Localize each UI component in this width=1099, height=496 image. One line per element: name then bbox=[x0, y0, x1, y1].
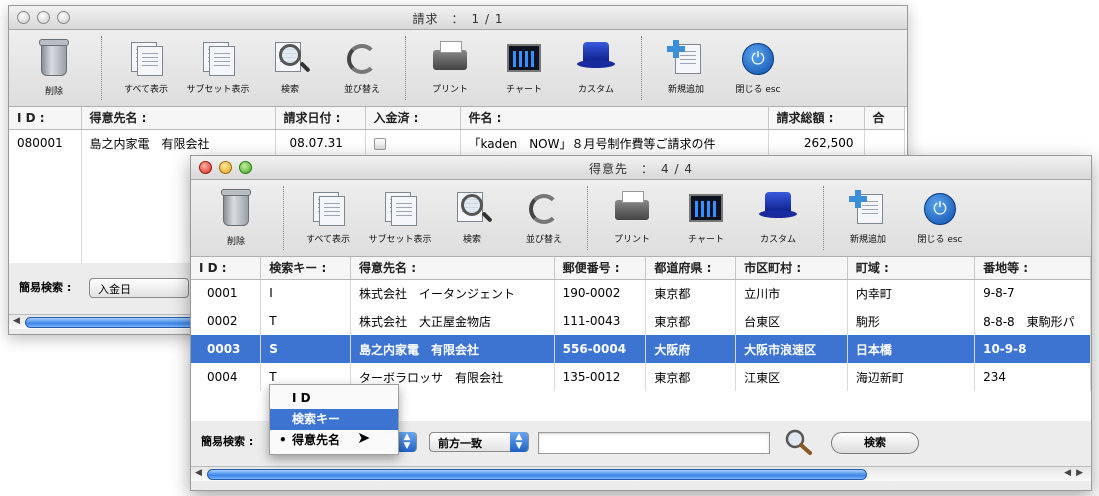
subset-button[interactable]: サブセット表示 bbox=[363, 190, 437, 245]
chart-icon bbox=[505, 40, 543, 78]
search-field-select[interactable]: 入金日 bbox=[89, 278, 189, 298]
table-row[interactable]: 0003 S 島之内家電 有限会社 556-0004 大阪府 大阪市浪速区 日本橋 10-9-… bbox=[191, 335, 1091, 363]
table-header: I D : 検索キー : 得意先名 : 郵便番号 : 都道府県 : 市区町村 :… bbox=[191, 257, 1091, 280]
table-row[interactable]: 0001 I 株式会社 イータンジェント 190-0002 東京都 立川市 内幸町 9-8-7 bbox=[191, 279, 1091, 307]
delete-button[interactable]: 削除 bbox=[17, 39, 91, 97]
menu-item-search-key[interactable]: 検索キー bbox=[270, 409, 398, 430]
search-input[interactable] bbox=[538, 432, 770, 454]
popup-arrows-icon: ▲ ▼ bbox=[510, 432, 528, 452]
documents-icon bbox=[127, 40, 165, 78]
title-bar[interactable]: 請求 ： 1 / 1 bbox=[9, 6, 907, 30]
close-button[interactable]: 閉じる esc bbox=[903, 190, 977, 245]
show-all-button[interactable]: すべて表示 bbox=[109, 40, 183, 95]
printer-icon bbox=[431, 40, 469, 78]
print-button[interactable]: プリント bbox=[595, 190, 669, 245]
scroll-thumb[interactable] bbox=[207, 469, 867, 480]
add-document-icon bbox=[849, 190, 887, 228]
documents-icon bbox=[199, 40, 237, 78]
power-icon bbox=[921, 190, 959, 228]
checkmark-dot-icon: • bbox=[279, 433, 287, 447]
custom-button[interactable]: カスタム bbox=[559, 40, 633, 95]
add-new-button[interactable]: 新規追加 bbox=[649, 40, 723, 95]
sort-arrows-icon bbox=[343, 40, 381, 78]
printer-icon bbox=[613, 190, 651, 228]
match-mode-select[interactable]: 前方一致 ▲ ▼ bbox=[429, 432, 529, 452]
mouse-cursor-icon: ➤ bbox=[357, 428, 371, 447]
window-title: 請求 ： 1 / 1 bbox=[412, 12, 504, 26]
sort-arrows-icon bbox=[525, 190, 563, 228]
power-icon bbox=[739, 40, 777, 78]
title-bar[interactable]: 得意先 ： 4 / 4 bbox=[191, 156, 1091, 180]
sort-button[interactable]: 並び替え bbox=[325, 40, 399, 95]
toolbar: 削除 すべて表示 サブセット表示 検索 並び替え プリント チャート カスタム … bbox=[9, 30, 907, 107]
search-field-menu: I D 検索キー • 得意先名 bbox=[269, 384, 399, 455]
show-all-button[interactable]: すべて表示 bbox=[291, 190, 365, 245]
chart-button[interactable]: チャート bbox=[669, 190, 743, 245]
chart-icon bbox=[687, 190, 725, 228]
table-row[interactable]: 080001 島之内家電 有限会社 08.07.31 「kaden NOW」８月… bbox=[9, 129, 905, 157]
magic-hat-icon bbox=[759, 190, 797, 228]
search-magnifier-icon[interactable] bbox=[783, 428, 813, 456]
custom-button[interactable]: カスタム bbox=[741, 190, 815, 245]
documents-icon bbox=[309, 190, 347, 228]
table-row[interactable]: 0002 T 株式会社 大正屋金物店 111-0043 東京都 台東区 駒形 8-8-8 東駒… bbox=[191, 307, 1091, 335]
subset-button[interactable]: サブセット表示 bbox=[181, 40, 255, 95]
close-button[interactable]: 閉じる esc bbox=[721, 40, 795, 95]
magnifier-icon bbox=[271, 40, 309, 78]
chart-button[interactable]: チャート bbox=[487, 40, 561, 95]
print-button[interactable]: プリント bbox=[413, 40, 487, 95]
trash-icon bbox=[221, 189, 251, 226]
documents-icon bbox=[381, 190, 419, 228]
popup-arrows-icon: ▲ ▼ bbox=[398, 432, 416, 452]
find-button[interactable]: 検索 bbox=[253, 40, 327, 95]
add-document-icon bbox=[667, 40, 705, 78]
delete-button[interactable]: 削除 bbox=[199, 189, 273, 247]
trash-icon bbox=[39, 39, 69, 76]
search-button[interactable]: 検索 bbox=[831, 432, 919, 454]
add-new-button[interactable]: 新規追加 bbox=[831, 190, 905, 245]
magnifier-icon bbox=[453, 190, 491, 228]
find-button[interactable]: 検索 bbox=[435, 190, 509, 245]
sort-button[interactable]: 並び替え bbox=[507, 190, 581, 245]
menu-item-id[interactable]: I D bbox=[270, 388, 398, 409]
toolbar: 削除 すべて表示 サブセット表示 検索 並び替え プリント チャート カスタム … bbox=[191, 180, 1091, 257]
table-header: I D : 得意先名 : 請求日付 : 入金済 : 件名 : 請求総額 : 合 bbox=[9, 107, 905, 130]
window-title: 得意先 ： 4 / 4 bbox=[589, 162, 693, 176]
paid-checkbox[interactable] bbox=[373, 137, 386, 150]
magic-hat-icon bbox=[577, 40, 615, 78]
menu-item-customer-name[interactable]: • 得意先名 bbox=[270, 430, 398, 451]
horizontal-scrollbar[interactable]: ◀ ◀ ▶ bbox=[191, 466, 1091, 481]
